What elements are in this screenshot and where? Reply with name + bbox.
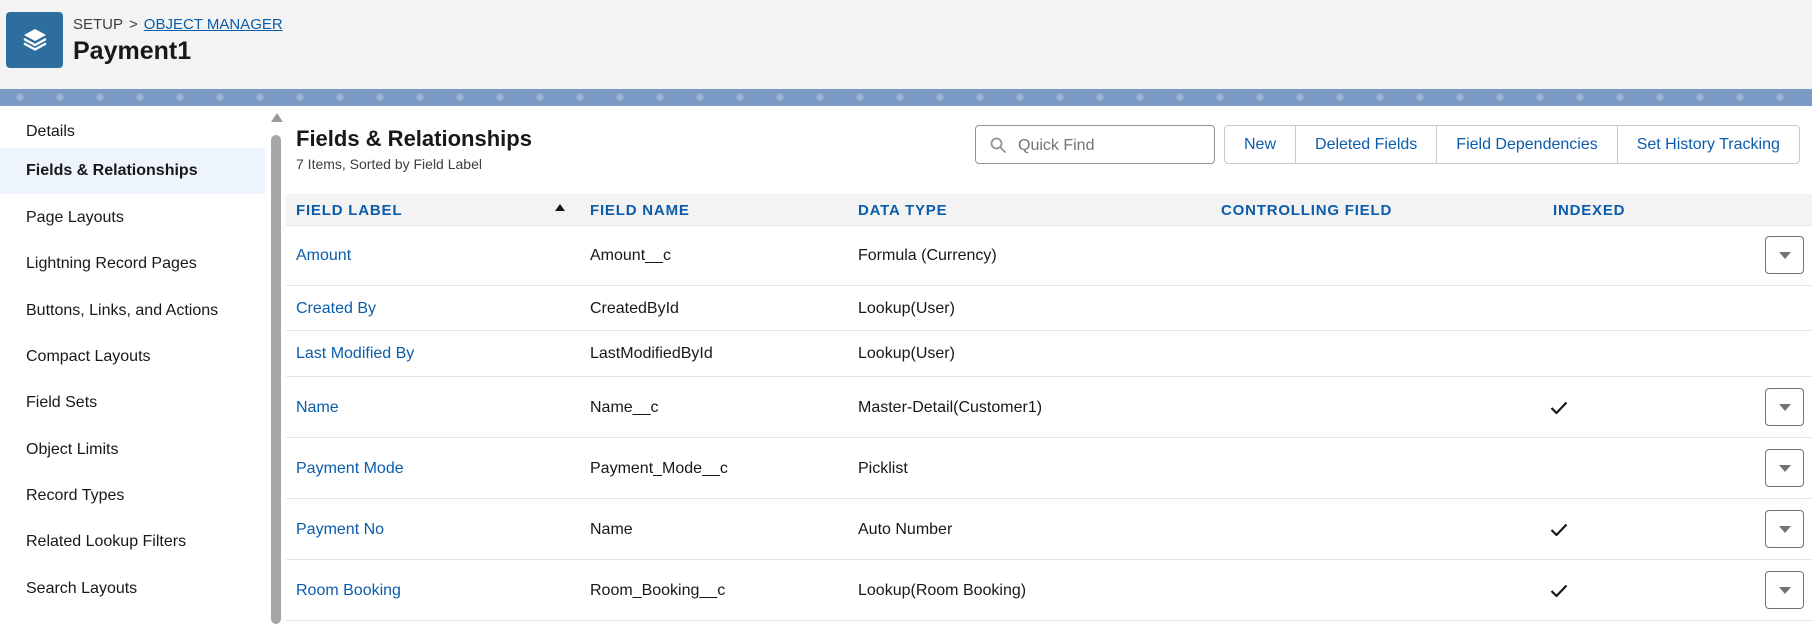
toolbar-button-group: New Deleted Fields Field Dependencies Se… <box>1224 125 1800 164</box>
page-title: Payment1 <box>73 37 192 65</box>
table-row: Last Modified By LastModifiedById Lookup… <box>286 331 1812 377</box>
field-name-cell: LastModifiedById <box>590 345 713 362</box>
table-row: Room Booking Room_Booking__c Lookup(Room… <box>286 560 1812 621</box>
field-name-cell: Payment_Mode__c <box>590 460 728 477</box>
field-dependencies-button[interactable]: Field Dependencies <box>1436 125 1618 164</box>
table-row: Created By CreatedById Lookup(User) <box>286 286 1812 331</box>
sidebar-item-object-limits[interactable]: Object Limits <box>0 427 265 473</box>
table-row: Name Name__c Master-Detail(Customer1) <box>286 377 1812 438</box>
sort-ascending-icon[interactable] <box>555 204 565 211</box>
layers-icon <box>6 12 63 68</box>
data-type-cell: Formula (Currency) <box>858 247 997 264</box>
sidebar-item-buttons-links-actions[interactable]: Buttons, Links, and Actions <box>0 288 265 334</box>
chevron-down-icon <box>1778 586 1791 594</box>
field-label-link[interactable]: Payment No <box>296 521 384 539</box>
checkmark-icon <box>1550 523 1568 542</box>
column-header-field-label[interactable]: FIELD LABEL <box>296 202 402 219</box>
checkmark-icon <box>1550 584 1568 603</box>
row-actions-menu-button[interactable] <box>1765 388 1804 426</box>
field-name-cell: Name__c <box>590 399 659 416</box>
page-header <box>0 0 1812 89</box>
data-type-cell: Master-Detail(Customer1) <box>858 399 1043 416</box>
sidebar-item-compact-layouts[interactable]: Compact Layouts <box>0 334 265 380</box>
breadcrumb-object-manager-link[interactable]: OBJECT MANAGER <box>144 16 283 33</box>
checkmark-icon <box>1550 401 1568 420</box>
search-icon <box>990 137 1006 158</box>
field-name-cell: Amount__c <box>590 247 671 264</box>
table-row: Amount Amount__c Formula (Currency) <box>286 225 1812 286</box>
data-type-cell: Lookup(Room Booking) <box>858 582 1027 599</box>
new-button[interactable]: New <box>1224 125 1297 164</box>
column-header-field-name[interactable]: FIELD NAME <box>590 202 690 219</box>
row-actions-menu-button[interactable] <box>1765 449 1804 487</box>
table-row: Payment Mode Payment_Mode__c Picklist <box>286 438 1812 499</box>
field-label-link[interactable]: Room Booking <box>296 582 401 600</box>
field-label-link[interactable]: Created By <box>296 300 376 318</box>
data-type-cell: Picklist <box>858 460 908 477</box>
row-actions-menu-button[interactable] <box>1765 510 1804 548</box>
chevron-down-icon <box>1778 403 1791 411</box>
deleted-fields-button[interactable]: Deleted Fields <box>1295 125 1438 164</box>
field-label-link[interactable]: Amount <box>296 247 351 265</box>
quick-find-box[interactable] <box>975 125 1215 164</box>
column-header-controlling-field[interactable]: CONTROLLING FIELD <box>1221 202 1392 219</box>
row-actions-menu-button[interactable] <box>1765 236 1804 274</box>
quick-find-input[interactable] <box>1016 134 1210 158</box>
sidebar-item-related-lookup-filters[interactable]: Related Lookup Filters <box>0 519 265 565</box>
sidebar-item-page-layouts[interactable]: Page Layouts <box>0 195 265 241</box>
breadcrumb: SETUP > OBJECT MANAGER <box>73 16 283 33</box>
row-actions-menu-button[interactable] <box>1765 571 1804 609</box>
chevron-down-icon <box>1778 525 1791 533</box>
column-header-data-type[interactable]: DATA TYPE <box>858 202 947 219</box>
sidebar-item-search-layouts[interactable]: Search Layouts <box>0 566 265 612</box>
field-label-link[interactable]: Last Modified By <box>296 345 414 363</box>
breadcrumb-setup: SETUP <box>73 16 124 33</box>
sidebar-item-lightning-record-pages[interactable]: Lightning Record Pages <box>0 241 265 287</box>
field-name-cell: Name <box>590 521 633 538</box>
sidebar-item-fields-relationships[interactable]: Fields & Relationships <box>0 148 265 194</box>
table-row: Payment No Name Auto Number <box>286 499 1812 560</box>
section-title: Fields & Relationships <box>296 126 532 151</box>
field-name-cell: CreatedById <box>590 300 679 317</box>
column-header-indexed[interactable]: INDEXED <box>1553 202 1625 219</box>
data-type-cell: Lookup(User) <box>858 345 955 362</box>
field-label-link[interactable]: Name <box>296 399 339 417</box>
chevron-down-icon <box>1778 464 1791 472</box>
scrollbar-thumb[interactable] <box>271 135 281 624</box>
set-history-tracking-button[interactable]: Set History Tracking <box>1616 125 1800 164</box>
chevron-down-icon <box>1778 251 1791 259</box>
table-header: FIELD LABEL FIELD NAME DATA TYPE CONTROL… <box>286 194 1812 226</box>
scroll-up-arrow-icon[interactable] <box>271 113 283 122</box>
field-name-cell: Room_Booking__c <box>590 582 726 599</box>
breadcrumb-separator: > <box>129 16 138 33</box>
data-type-cell: Lookup(User) <box>858 300 955 317</box>
sidebar-item-record-types[interactable]: Record Types <box>0 473 265 519</box>
header-pattern-band <box>0 89 1812 106</box>
section-subtitle: 7 Items, Sorted by Field Label <box>296 156 482 172</box>
sidebar-nav: Details Fields & Relationships Page Layo… <box>0 106 268 624</box>
sidebar-item-field-sets[interactable]: Field Sets <box>0 380 265 426</box>
field-label-link[interactable]: Payment Mode <box>296 460 404 478</box>
data-type-cell: Auto Number <box>858 521 953 538</box>
